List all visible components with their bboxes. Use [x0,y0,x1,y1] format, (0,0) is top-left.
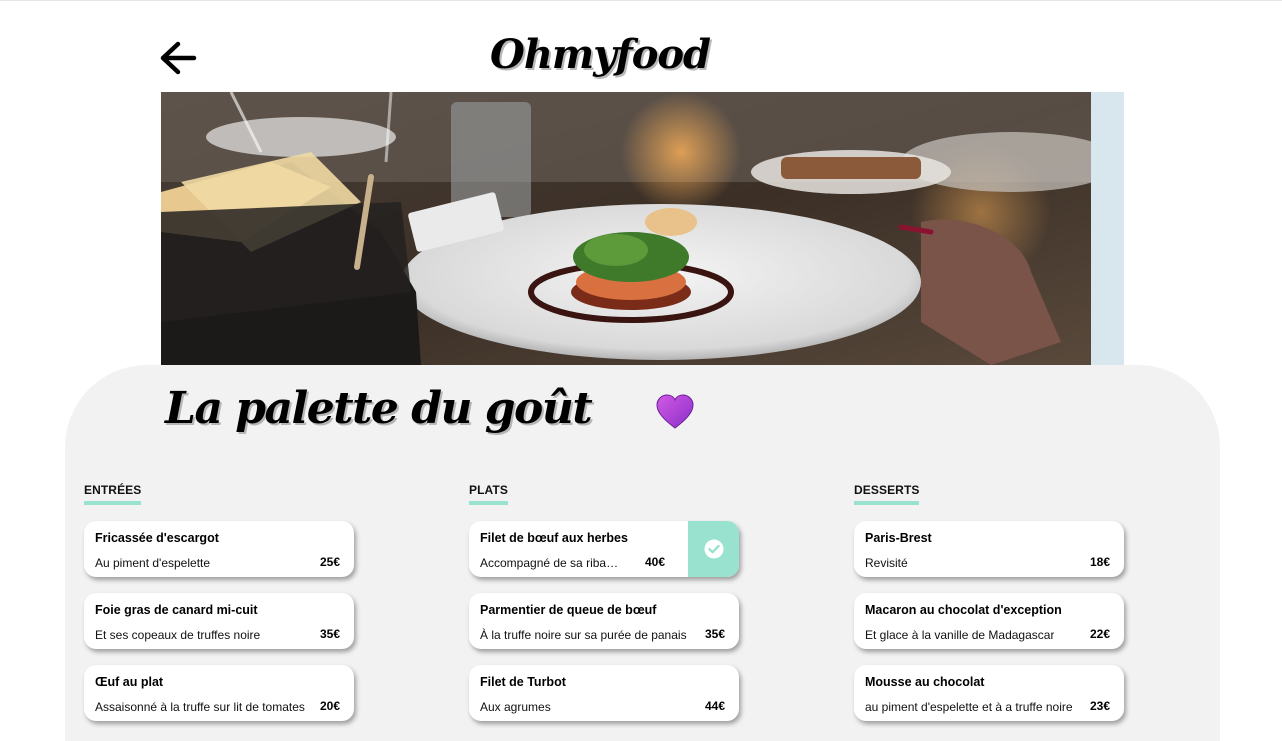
dish-name: Foie gras de canard mi-cuit [95,603,258,617]
dish-card[interactable]: Fricassée d'escargot Au piment d'espelet… [84,521,354,577]
menu-column-entrees: Entrées Fricassée d'escargot Au piment d… [84,481,356,721]
dish-price: 22€ [1089,627,1110,641]
dish-price: 18€ [1089,555,1110,569]
dish-description: Au piment d'espelette [95,556,211,570]
dish-price: 35€ [319,627,340,641]
dish-card[interactable]: Mousse au chocolat au piment d'espelette… [854,665,1124,721]
dish-card[interactable]: Parmentier de queue de bœuf À la truffe … [469,593,739,649]
dish-price: 25€ [319,555,340,569]
dish-name: Œuf au plat [95,675,164,689]
dish-name: Fricassée d'escargot [95,531,219,545]
dish-description: À la truffe noire sur sa purée de panais [480,628,687,642]
dish-card[interactable]: Œuf au plat Assaisonné à la truffe sur l… [84,665,354,721]
dish-name: Macaron au chocolat d'exception [865,603,1062,617]
selected-check [688,521,739,577]
dish-card[interactable]: Foie gras de canard mi-cuit Et ses copea… [84,593,354,649]
dish-description: Et glace à la vanille de Madagascar [865,628,1055,642]
column-title: Entrées [84,484,142,505]
dish-card[interactable]: Macaron au chocolat d'exception Et glace… [854,593,1124,649]
dish-price: 35€ [704,627,725,641]
column-title: Desserts [854,484,920,505]
dish-name: Paris-Brest [865,531,932,545]
dish-price: 23€ [1089,699,1110,713]
dish-card[interactable]: Filet de Turbot Aux agrumes 44€ [469,665,739,721]
column-title: Plats [469,484,508,505]
hero-image [161,92,1124,365]
dish-name: Mousse au chocolat [865,675,985,689]
dish-price: 44€ [704,699,725,713]
dish-card-selected[interactable]: Filet de bœuf aux herbes Accompagné de s… [469,521,739,577]
dish-description: Aux agrumes [480,700,551,714]
dish-price: 20€ [319,699,340,713]
check-circle-icon [704,539,723,559]
back-button[interactable] [158,39,198,77]
header: Ohmyfood [0,1,1282,91]
dish-description: Revisité [865,556,908,570]
restaurant-panel: La palette du goût Entrées Fricassée d'e… [65,365,1220,741]
dish-price: 40€ [644,555,665,569]
dish-description: Accompagné de sa ribambelle de légumes [480,556,622,570]
menu-column-desserts: Desserts Paris-Brest Revisité 18€ Macaro… [854,481,1126,721]
arrow-left-icon [160,41,197,75]
dish-name: Parmentier de queue de bœuf [480,603,657,617]
dish-description: au piment d'espelette et à a truffe noir… [865,700,1073,714]
restaurant-title: La palette du goût [165,383,593,434]
dish-name: Filet de bœuf aux herbes [480,531,628,545]
like-button[interactable] [655,393,695,431]
dish-card[interactable]: Paris-Brest Revisité 18€ [854,521,1124,577]
heart-icon [656,394,694,429]
dish-name: Filet de Turbot [480,675,566,689]
menu-column-plats: Plats Filet de bœuf aux herbes Accompagn… [469,481,741,721]
dish-description: Assaisonné à la truffe sur lit de tomate… [95,700,305,714]
logo[interactable]: Ohmyfood [490,31,711,78]
dish-description: Et ses copeaux de truffes noire [95,628,261,642]
